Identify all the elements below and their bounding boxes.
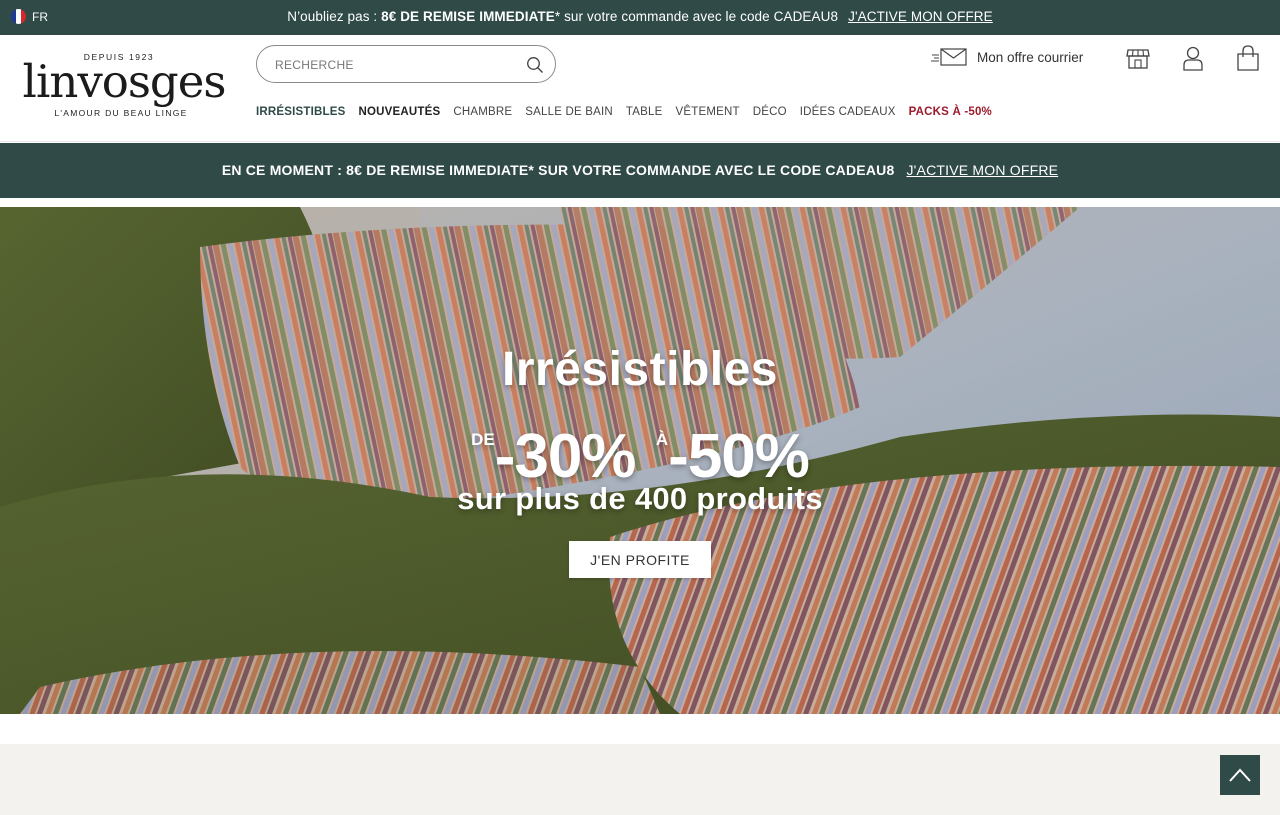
mail-offer-link[interactable]: Mon offre courrier bbox=[931, 47, 1083, 67]
nav-item-irresistibles[interactable]: IRRÉSISTIBLES bbox=[256, 106, 346, 118]
logo-wordmark: linvosges bbox=[22, 55, 227, 108]
store-icon[interactable] bbox=[1125, 45, 1151, 71]
hero-to-word: À bbox=[655, 430, 669, 449]
nav-item-vetement[interactable]: VÊTEMENT bbox=[675, 106, 739, 118]
nav-item-chambre[interactable]: CHAMBRE bbox=[453, 106, 512, 118]
promo-band: EN CE MOMENT : 8€ DE REMISE IMMEDIATE* S… bbox=[0, 143, 1280, 198]
top-promo-suffix: * sur votre commande avec le code CADEAU… bbox=[554, 9, 839, 24]
top-activate-offer-link[interactable]: J'ACTIVE MON OFFRE bbox=[848, 9, 993, 24]
top-promo-prefix: N’oubliez pas : bbox=[287, 9, 382, 24]
hero-cta-button[interactable]: J'EN PROFITE bbox=[569, 541, 711, 578]
mail-offer-label: Mon offre courrier bbox=[977, 49, 1084, 65]
account-icon[interactable] bbox=[1180, 45, 1206, 71]
top-promo-bar: FR N’oubliez pas : 8€ DE REMISE IMMEDIAT… bbox=[0, 0, 1280, 35]
hero-title: Irrésistibles bbox=[502, 343, 778, 396]
nav-item-salle-de-bain[interactable]: SALLE DE BAIN bbox=[525, 106, 613, 118]
promo-band-prefix: EN CE MOMENT : bbox=[221, 162, 347, 178]
site-header: DEPUIS 1923 linvosges L'AMOUR DU BEAU LI… bbox=[0, 35, 1280, 142]
nav-item-nouveautes[interactable]: NOUVEAUTÉS bbox=[359, 106, 441, 118]
content-section bbox=[0, 744, 1280, 815]
hero-subtitle: sur plus de 400 produits bbox=[457, 481, 823, 516]
mail-icon bbox=[931, 48, 967, 66]
logo-tagline: L'AMOUR DU BEAU LINGE bbox=[54, 108, 188, 118]
search-input[interactable] bbox=[275, 55, 515, 75]
top-promo-message: N’oubliez pas : 8€ DE REMISE IMMEDIATE* … bbox=[0, 9, 1280, 24]
hero-banner[interactable]: Irrésistibles DE-30% À-50% sur plus de 4… bbox=[0, 207, 1280, 714]
hero-from-word: DE bbox=[471, 430, 495, 449]
nav-item-deco[interactable]: DÉCO bbox=[753, 106, 787, 118]
promo-band-main: 8€ DE REMISE IMMEDIATE* SUR VOTRE COMMAN… bbox=[346, 162, 895, 178]
nav-item-table[interactable]: TABLE bbox=[626, 106, 663, 118]
brand-logo[interactable]: DEPUIS 1923 linvosges L'AMOUR DU BEAU LI… bbox=[18, 52, 230, 124]
search-icon[interactable] bbox=[526, 56, 544, 74]
band-activate-offer-link[interactable]: J'ACTIVE MON OFFRE bbox=[906, 162, 1058, 178]
chevron-up-icon bbox=[1229, 768, 1251, 782]
top-promo-highlight: 8€ DE REMISE IMMEDIATE bbox=[381, 9, 555, 24]
back-to-top-button[interactable] bbox=[1220, 755, 1260, 795]
nav-item-packs[interactable]: PACKS À -50% bbox=[909, 106, 992, 118]
nav-item-idees-cadeaux[interactable]: IDÉES CADEAUX bbox=[800, 106, 896, 118]
promo-band-message: EN CE MOMENT : 8€ DE REMISE IMMEDIATE* S… bbox=[0, 162, 1280, 178]
bag-icon[interactable] bbox=[1235, 45, 1261, 71]
search-box bbox=[256, 45, 556, 83]
main-navigation: IRRÉSISTIBLES NOUVEAUTÉS CHAMBRE SALLE D… bbox=[256, 106, 992, 118]
